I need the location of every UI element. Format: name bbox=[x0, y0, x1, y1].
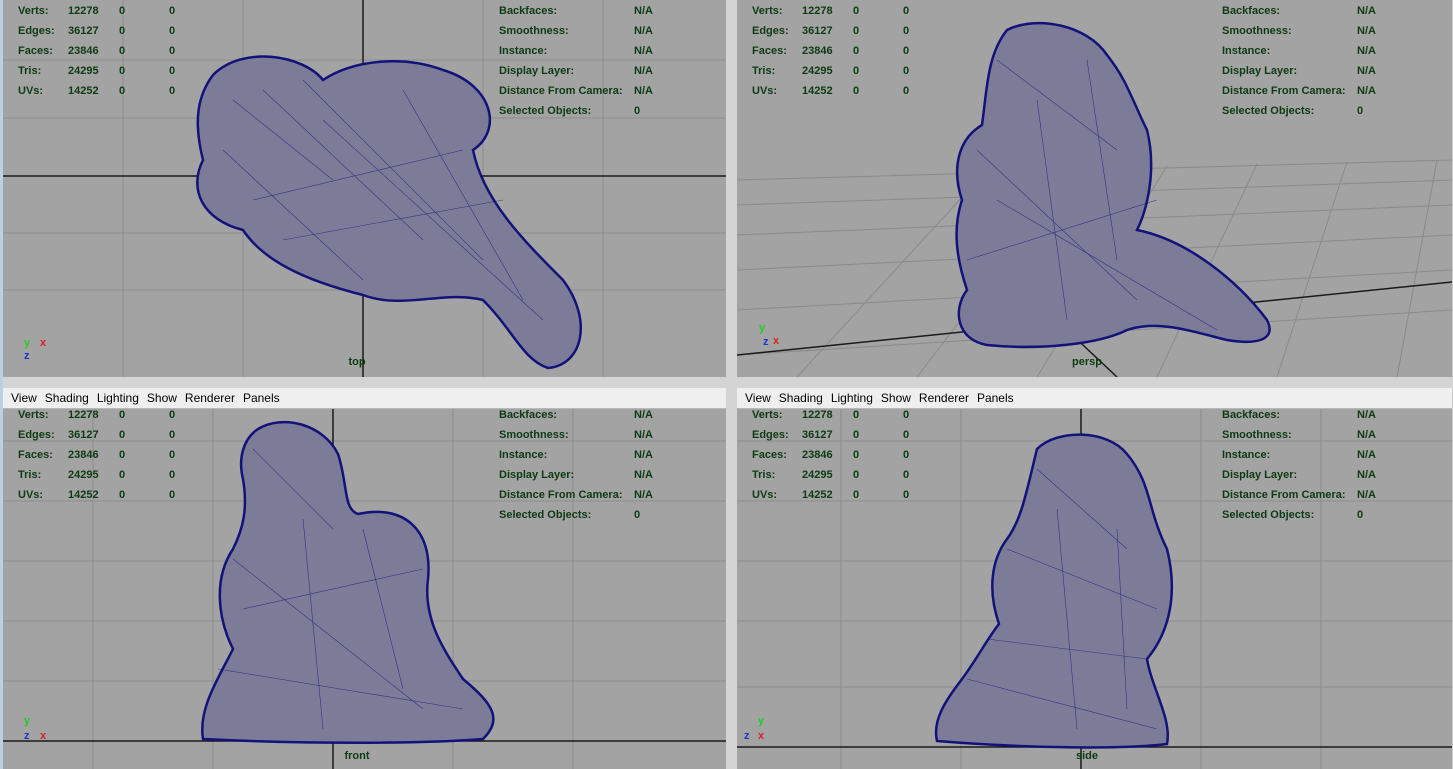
menu-panels[interactable]: Panels bbox=[977, 391, 1014, 405]
panel-divider-horizontal[interactable] bbox=[0, 377, 1453, 388]
hud-stats-front: Verts: 12278 0 0 Edges: 36127 0 0 Faces: 23846 0… bbox=[18, 409, 176, 501]
axis-y-label: y bbox=[758, 715, 765, 727]
hud-info-front: Backfaces: N/A Smoothness: N/A Instance: N/… bbox=[499, 409, 653, 521]
cherub-mesh-front bbox=[200, 420, 495, 744]
axis-y-label: y bbox=[24, 337, 31, 349]
axis-z-label: z bbox=[24, 350, 30, 362]
axis-z-label: z bbox=[744, 730, 750, 742]
hud-stats-persp: Verts: 12278 0 0 Edges: 36127 0 0 Faces: 23846 0… bbox=[752, 5, 910, 97]
panel-menubar-side: View Shading Lighting Show Renderer Pane… bbox=[737, 388, 1452, 409]
menu-renderer[interactable]: Renderer bbox=[185, 391, 235, 405]
axis-y-label: y bbox=[24, 715, 31, 727]
axis-z-label: z bbox=[763, 336, 769, 348]
panel-left-edge bbox=[0, 0, 3, 769]
hud-info-persp: Backfaces: N/A Smoothness: N/A Instance: N/… bbox=[1222, 5, 1376, 117]
menu-shading[interactable]: Shading bbox=[45, 391, 89, 405]
menu-shading[interactable]: Shading bbox=[779, 391, 823, 405]
axis-y-label: y bbox=[759, 322, 766, 334]
menu-lighting[interactable]: Lighting bbox=[97, 391, 139, 405]
axis-x-label: x bbox=[40, 730, 47, 742]
camera-label-top: top bbox=[348, 356, 366, 368]
menu-lighting[interactable]: Lighting bbox=[831, 391, 873, 405]
menu-show[interactable]: Show bbox=[881, 391, 911, 405]
menu-renderer[interactable]: Renderer bbox=[919, 391, 969, 405]
camera-label-persp: persp bbox=[1072, 356, 1102, 368]
axis-gizmo-persp: y z x bbox=[759, 322, 789, 352]
hud-info-side: Backfaces: N/A Smoothness: N/A Instance: N/… bbox=[1222, 409, 1376, 521]
axis-gizmo-front: y z x bbox=[24, 715, 54, 745]
axis-x-label: x bbox=[773, 335, 780, 347]
panel-menubar-front: View Shading Lighting Show Renderer Pane… bbox=[3, 388, 726, 409]
axis-gizmo-top: y x z bbox=[24, 337, 54, 367]
cherub-mesh-side bbox=[934, 433, 1173, 749]
camera-label-side: side bbox=[1075, 750, 1099, 762]
hud-stats-side: Verts: 12278 0 0 Edges: 36127 0 0 Faces: 23846 0… bbox=[752, 409, 910, 501]
hud-info-top: Backfaces: N/A Smoothness: N/A Instance: N/… bbox=[499, 5, 653, 117]
axis-gizmo-side: y z x bbox=[744, 715, 774, 745]
hud-stats-top: Verts: 12278 0 0 Edges: 36127 0 0 Faces: 23846 0… bbox=[18, 5, 176, 97]
menu-show[interactable]: Show bbox=[147, 391, 177, 405]
camera-label-front: front bbox=[344, 750, 370, 762]
menu-view[interactable]: View bbox=[745, 391, 771, 405]
axis-z-label: z bbox=[24, 730, 30, 742]
menu-view[interactable]: View bbox=[11, 391, 37, 405]
axis-x-label: x bbox=[758, 730, 765, 742]
menu-panels[interactable]: Panels bbox=[243, 391, 280, 405]
axis-x-label: x bbox=[40, 337, 47, 349]
